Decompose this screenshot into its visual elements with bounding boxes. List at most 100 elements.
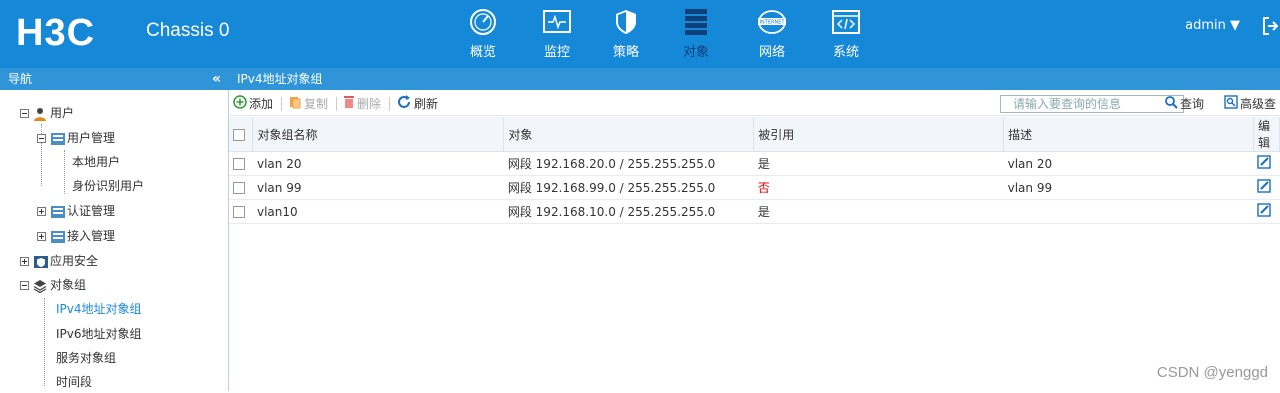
object-cell: 网段 192.168.20.0 / 255.255.255.0 (504, 152, 754, 176)
referenced-cell: 是 (754, 152, 1004, 176)
column-header-edit: 编辑 (1253, 117, 1279, 152)
row-select-cell (229, 152, 253, 176)
toolbar-divider (336, 97, 337, 111)
add-icon (233, 95, 247, 112)
sidebar-item-label: 服务对象组 (56, 347, 116, 369)
query-label: 查询 (1180, 95, 1204, 112)
sidebar-item-time-range[interactable]: 时间段 (56, 371, 92, 393)
edit-cell (1253, 200, 1279, 224)
sidebar-item-ipv6-object-group[interactable]: IPv6地址对象组 (56, 323, 142, 345)
sidebar-item-label: 用户 (50, 102, 74, 124)
table-header-row: 对象组名称 对象 被引用 描述 编辑 (229, 117, 1280, 152)
row-select-cell (229, 176, 253, 200)
copy-button[interactable]: 复制 (288, 95, 328, 112)
sidebar-item-ipv4-object-group[interactable]: IPv4地址对象组 (56, 298, 142, 320)
nav-overview[interactable]: 概览 (453, 6, 513, 64)
nav-panel-header: 导航 « (0, 68, 229, 90)
advanced-query-label: 高级查 (1240, 95, 1276, 112)
user-menu[interactable]: admin ▼ (1185, 18, 1240, 33)
column-header-description[interactable]: 描述 (1004, 117, 1254, 152)
top-header: H3C Chassis 0 概览 监控 策略 对象 INTERNET 网络 系 (0, 0, 1280, 68)
sidebar-item-identity-user[interactable]: 身份识别用户 (72, 175, 144, 197)
logout-icon[interactable] (1262, 16, 1278, 40)
select-all-cell (229, 117, 253, 152)
trash-icon (343, 95, 355, 112)
monitor-icon (527, 6, 587, 38)
toolbar: 添加 复制 删除 刷新 请输入要查询的信息 查询 高级查 (229, 92, 1280, 116)
sidebar-item-user-management[interactable]: 用户管理 (37, 127, 115, 149)
description-cell (1004, 200, 1254, 224)
description-cell: vlan 20 (1004, 152, 1254, 176)
row-checkbox[interactable] (233, 182, 245, 194)
sidebar-item-label: 时间段 (56, 371, 92, 393)
sidebar-item-label: 应用安全 (50, 250, 98, 272)
edit-icon[interactable] (1257, 155, 1271, 169)
nav-object-label: 对象 (666, 41, 726, 60)
collapse-toggle-icon[interactable] (20, 281, 29, 290)
nav-monitor[interactable]: 监控 (527, 6, 587, 64)
table-row[interactable]: vlan 99 网段 192.168.99.0 / 255.255.255.0 … (229, 176, 1280, 200)
nav-policy[interactable]: 策略 (596, 6, 656, 64)
expand-toggle-icon[interactable] (37, 232, 46, 241)
refresh-button[interactable]: 刷新 (396, 94, 438, 113)
sidebar-item-label: IPv4地址对象组 (56, 298, 142, 320)
expand-toggle-icon[interactable] (37, 207, 46, 216)
sidebar-item-label: 用户管理 (67, 127, 115, 149)
description-cell: vlan 99 (1004, 176, 1254, 200)
caret-down-icon: ▼ (1226, 18, 1240, 33)
nav-overview-label: 概览 (453, 41, 513, 60)
nav-network[interactable]: INTERNET 网络 (742, 6, 802, 64)
nav-network-label: 网络 (742, 41, 802, 60)
column-header-referenced[interactable]: 被引用 (754, 117, 1004, 152)
sidebar-item-local-user[interactable]: 本地用户 (72, 151, 120, 173)
access-management-icon (50, 229, 64, 243)
auth-management-icon (50, 204, 64, 218)
edit-cell (1253, 176, 1279, 200)
sidebar-item-object-group[interactable]: 对象组 (20, 274, 86, 296)
sidebar-item-access-management[interactable]: 接入管理 (37, 225, 115, 247)
column-header-object[interactable]: 对象 (504, 117, 754, 152)
sidebar-item-label: 本地用户 (72, 151, 120, 173)
app-security-icon (33, 254, 47, 268)
sidebar-tree: 用户 用户管理 本地用户 身份识别用户 认证管理 接入管理 应用安全 对象组 I… (0, 90, 229, 391)
sidebar-item-auth-management[interactable]: 认证管理 (37, 200, 115, 222)
search-input[interactable]: 请输入要查询的信息 (1000, 95, 1184, 113)
nav-policy-label: 策略 (596, 41, 656, 60)
sidebar-item-app-security[interactable]: 应用安全 (20, 250, 98, 272)
nav-panel-title: 导航 (8, 72, 32, 86)
edit-icon[interactable] (1257, 179, 1271, 193)
internet-icon: INTERNET (742, 6, 802, 38)
table-row[interactable]: vlan 20 网段 192.168.20.0 / 255.255.255.0 … (229, 152, 1280, 176)
copy-label: 复制 (304, 95, 328, 112)
column-header-name[interactable]: 对象组名称 (253, 117, 504, 152)
row-checkbox[interactable] (233, 206, 245, 218)
layers-icon (33, 278, 47, 292)
add-button[interactable]: 添加 (233, 95, 273, 112)
nav-monitor-label: 监控 (527, 41, 587, 60)
sidebar-item-user[interactable]: 用户 (20, 102, 74, 124)
sidebar-item-service-object-group[interactable]: 服务对象组 (56, 347, 116, 369)
user-icon (33, 106, 47, 120)
delete-button[interactable]: 删除 (343, 95, 381, 112)
watermark: CSDN @yenggd (1157, 364, 1268, 381)
nav-object[interactable]: 对象 (666, 6, 726, 64)
sidebar-item-label: 身份识别用户 (72, 175, 144, 197)
collapse-icon[interactable]: « (212, 68, 221, 90)
collapse-toggle-icon[interactable] (37, 134, 46, 143)
query-button[interactable]: 查询 (1164, 95, 1204, 112)
collapse-toggle-icon[interactable] (20, 109, 29, 118)
group-name-cell: vlan10 (253, 200, 504, 224)
select-all-checkbox[interactable] (233, 129, 245, 141)
chassis-title: Chassis 0 (146, 20, 229, 42)
edit-icon[interactable] (1257, 203, 1271, 217)
group-name-cell: vlan 99 (253, 176, 504, 200)
nav-system[interactable]: 系统 (816, 6, 876, 64)
dashboard-icon (453, 6, 513, 38)
delete-label: 删除 (357, 95, 381, 112)
table-row[interactable]: vlan10 网段 192.168.10.0 / 255.255.255.0 是 (229, 200, 1280, 224)
referenced-cell: 是 (754, 200, 1004, 224)
expand-toggle-icon[interactable] (20, 257, 29, 266)
advanced-query-button[interactable]: 高级查 (1224, 95, 1276, 112)
row-checkbox[interactable] (233, 158, 245, 170)
user-management-icon (50, 131, 64, 145)
